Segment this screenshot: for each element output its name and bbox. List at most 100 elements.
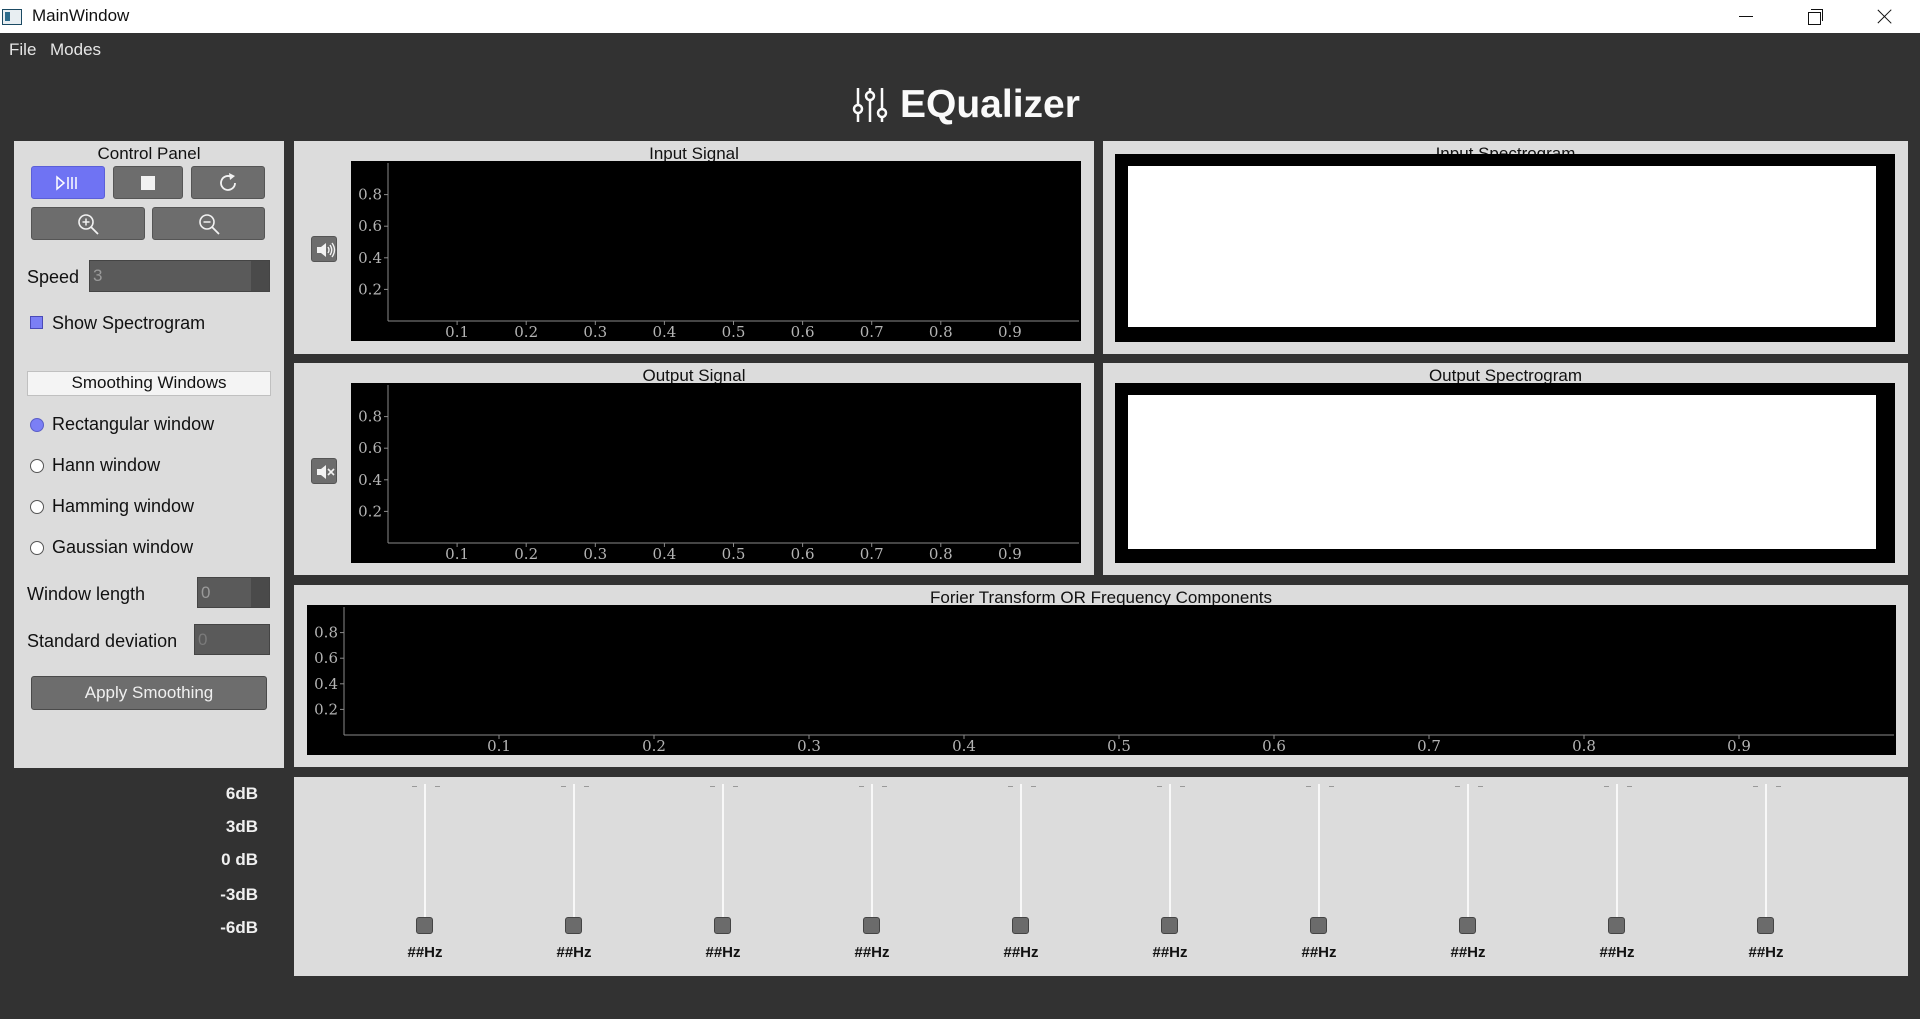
speed-input[interactable]: 3 xyxy=(89,260,270,292)
output-spectrogram-canvas[interactable] xyxy=(1128,395,1876,549)
slider-tick xyxy=(561,786,566,787)
rectangular-label: Rectangular window xyxy=(52,414,215,434)
output-signal-plot[interactable]: 0.1 0.2 0.3 0.4 0.5 0.6 0.7 0.8 0.9 0.2 0.4 0.6 0.8 xyxy=(351,383,1081,563)
x-tick-label: 0.9 xyxy=(998,323,1022,341)
std-label: Standard deviation xyxy=(27,631,178,651)
slider-track[interactable] xyxy=(424,784,426,932)
stop-button[interactable] xyxy=(113,166,183,199)
control-panel: Control Panel Speed 3 Show Spectrogram S… xyxy=(14,141,284,768)
slider-track[interactable] xyxy=(1318,784,1320,932)
radio-hamming[interactable] xyxy=(30,500,44,514)
slider-handle[interactable] xyxy=(1310,917,1327,934)
window-length-input[interactable]: 0 xyxy=(197,577,270,608)
band-label: ##Hz xyxy=(1599,944,1635,961)
x-tick-label: 0.8 xyxy=(929,545,953,563)
hamming-label: Hamming window xyxy=(52,496,195,516)
reset-button[interactable] xyxy=(191,166,265,199)
show-spectrogram-checkbox[interactable] xyxy=(30,316,43,329)
slider-tick xyxy=(1604,786,1609,787)
equalizer-slider-8[interactable]: ##Hz xyxy=(1438,782,1498,972)
slider-handle[interactable] xyxy=(1608,917,1625,934)
equalizer-slider-7[interactable]: ##Hz xyxy=(1289,782,1349,972)
slider-track[interactable] xyxy=(1020,784,1022,932)
restore-button[interactable] xyxy=(1780,0,1850,33)
equalizer-slider-1[interactable]: ##Hz xyxy=(395,782,455,972)
slider-track[interactable] xyxy=(1616,784,1618,932)
equalizer-slider-5[interactable]: ##Hz xyxy=(991,782,1051,972)
slider-handle[interactable] xyxy=(1161,917,1178,934)
play-pause-button[interactable] xyxy=(31,166,105,199)
x-tick-label: 0.9 xyxy=(1727,737,1751,755)
title-bar: MainWindow xyxy=(0,0,1920,33)
slider-handle[interactable] xyxy=(714,917,731,934)
slider-handle[interactable] xyxy=(863,917,880,934)
apply-smoothing-button[interactable]: Apply Smoothing xyxy=(31,676,267,710)
fourier-chart: 0.1 0.2 0.3 0.4 0.5 0.6 0.7 0.8 0.9 0.2 0.4 0.6 0.8 xyxy=(314,607,1894,755)
speed-spinner[interactable] xyxy=(251,261,269,291)
x-tick-label: 0.4 xyxy=(952,737,976,755)
output-speaker-button[interactable] xyxy=(311,458,337,484)
equalizer-slider-2[interactable]: ##Hz xyxy=(544,782,604,972)
x-tick-label: 0.7 xyxy=(860,323,884,341)
db-label-6: 6dB xyxy=(225,784,258,803)
slider-track[interactable] xyxy=(1765,784,1767,932)
slider-handle[interactable] xyxy=(1012,917,1029,934)
x-tick-label: 0.7 xyxy=(1417,737,1441,755)
radio-gaussian[interactable] xyxy=(30,541,44,555)
slider-handle[interactable] xyxy=(1757,917,1774,934)
equalizer-slider-3[interactable]: ##Hz xyxy=(693,782,753,972)
slider-track[interactable] xyxy=(573,784,575,932)
close-button[interactable] xyxy=(1850,0,1920,33)
std-input[interactable]: 0 xyxy=(194,624,270,655)
equalizer-slider-6[interactable]: ##Hz xyxy=(1140,782,1200,972)
radio-rectangular[interactable] xyxy=(30,418,44,432)
x-tick-label: 0.6 xyxy=(791,323,815,341)
zoom-in-button[interactable] xyxy=(31,207,145,240)
slider-tick xyxy=(859,786,864,787)
play-pause-icon xyxy=(56,174,77,191)
band-label: ##Hz xyxy=(1301,944,1337,961)
x-tick-label: 0.1 xyxy=(445,545,469,563)
equalizer-slider-10[interactable]: ##Hz xyxy=(1736,782,1796,972)
slider-tick xyxy=(710,786,715,787)
x-tick-label: 0.4 xyxy=(652,545,676,563)
slider-tick xyxy=(1627,786,1632,787)
fourier-plot[interactable]: 0.1 0.2 0.3 0.4 0.5 0.6 0.7 0.8 0.9 0.2 0.4 0.6 0.8 xyxy=(307,605,1896,755)
x-tick-label: 0.6 xyxy=(791,545,815,563)
equalizer-slider-9[interactable]: ##Hz xyxy=(1587,782,1647,972)
slider-tick xyxy=(412,786,417,787)
slider-track[interactable] xyxy=(722,784,724,932)
slider-handle[interactable] xyxy=(416,917,433,934)
output-spectrogram-panel: Output Spectrogram xyxy=(1103,363,1908,575)
input-speaker-button[interactable] xyxy=(311,236,337,262)
input-signal-chart: 0.1 0.2 0.3 0.4 0.5 0.6 0.7 0.8 0.9 0.2 0.4 0.6 0.8 xyxy=(358,163,1079,341)
x-tick-label: 0.5 xyxy=(722,323,746,341)
band-label: ##Hz xyxy=(556,944,592,961)
slider-track[interactable] xyxy=(871,784,873,932)
equalizer-slider-4[interactable]: ##Hz xyxy=(842,782,902,972)
menu-file[interactable]: File xyxy=(9,40,36,60)
zoom-out-button[interactable] xyxy=(152,207,265,240)
slider-track[interactable] xyxy=(1467,784,1469,932)
smoothing-windows-header: Smoothing Windows xyxy=(27,371,271,396)
slider-tick xyxy=(1306,786,1311,787)
slider-track[interactable] xyxy=(1169,784,1171,932)
slider-tick xyxy=(1180,786,1185,787)
input-spectrogram-canvas[interactable] xyxy=(1128,166,1876,327)
window-length-label: Window length xyxy=(27,584,146,604)
input-signal-plot[interactable]: 0.1 0.2 0.3 0.4 0.5 0.6 0.7 0.8 0.9 0.2 0.4 0.6 0.8 xyxy=(351,161,1081,341)
slider-handle[interactable] xyxy=(565,917,582,934)
speaker-mute-icon xyxy=(317,465,335,479)
window-length-spinner[interactable] xyxy=(251,578,269,607)
y-tick-label: 0.6 xyxy=(314,649,338,667)
hann-label: Hann window xyxy=(52,455,161,475)
db-label-minus-6: -6dB xyxy=(220,918,258,937)
menu-modes[interactable]: Modes xyxy=(50,40,101,60)
minimize-button[interactable] xyxy=(1710,0,1780,33)
x-tick-label: 0.8 xyxy=(929,323,953,341)
show-spectrogram-label: Show Spectrogram xyxy=(52,313,206,333)
slider-handle[interactable] xyxy=(1459,917,1476,934)
radio-hann[interactable] xyxy=(30,459,44,473)
slider-tick xyxy=(435,786,440,787)
window-title: MainWindow xyxy=(32,6,130,25)
